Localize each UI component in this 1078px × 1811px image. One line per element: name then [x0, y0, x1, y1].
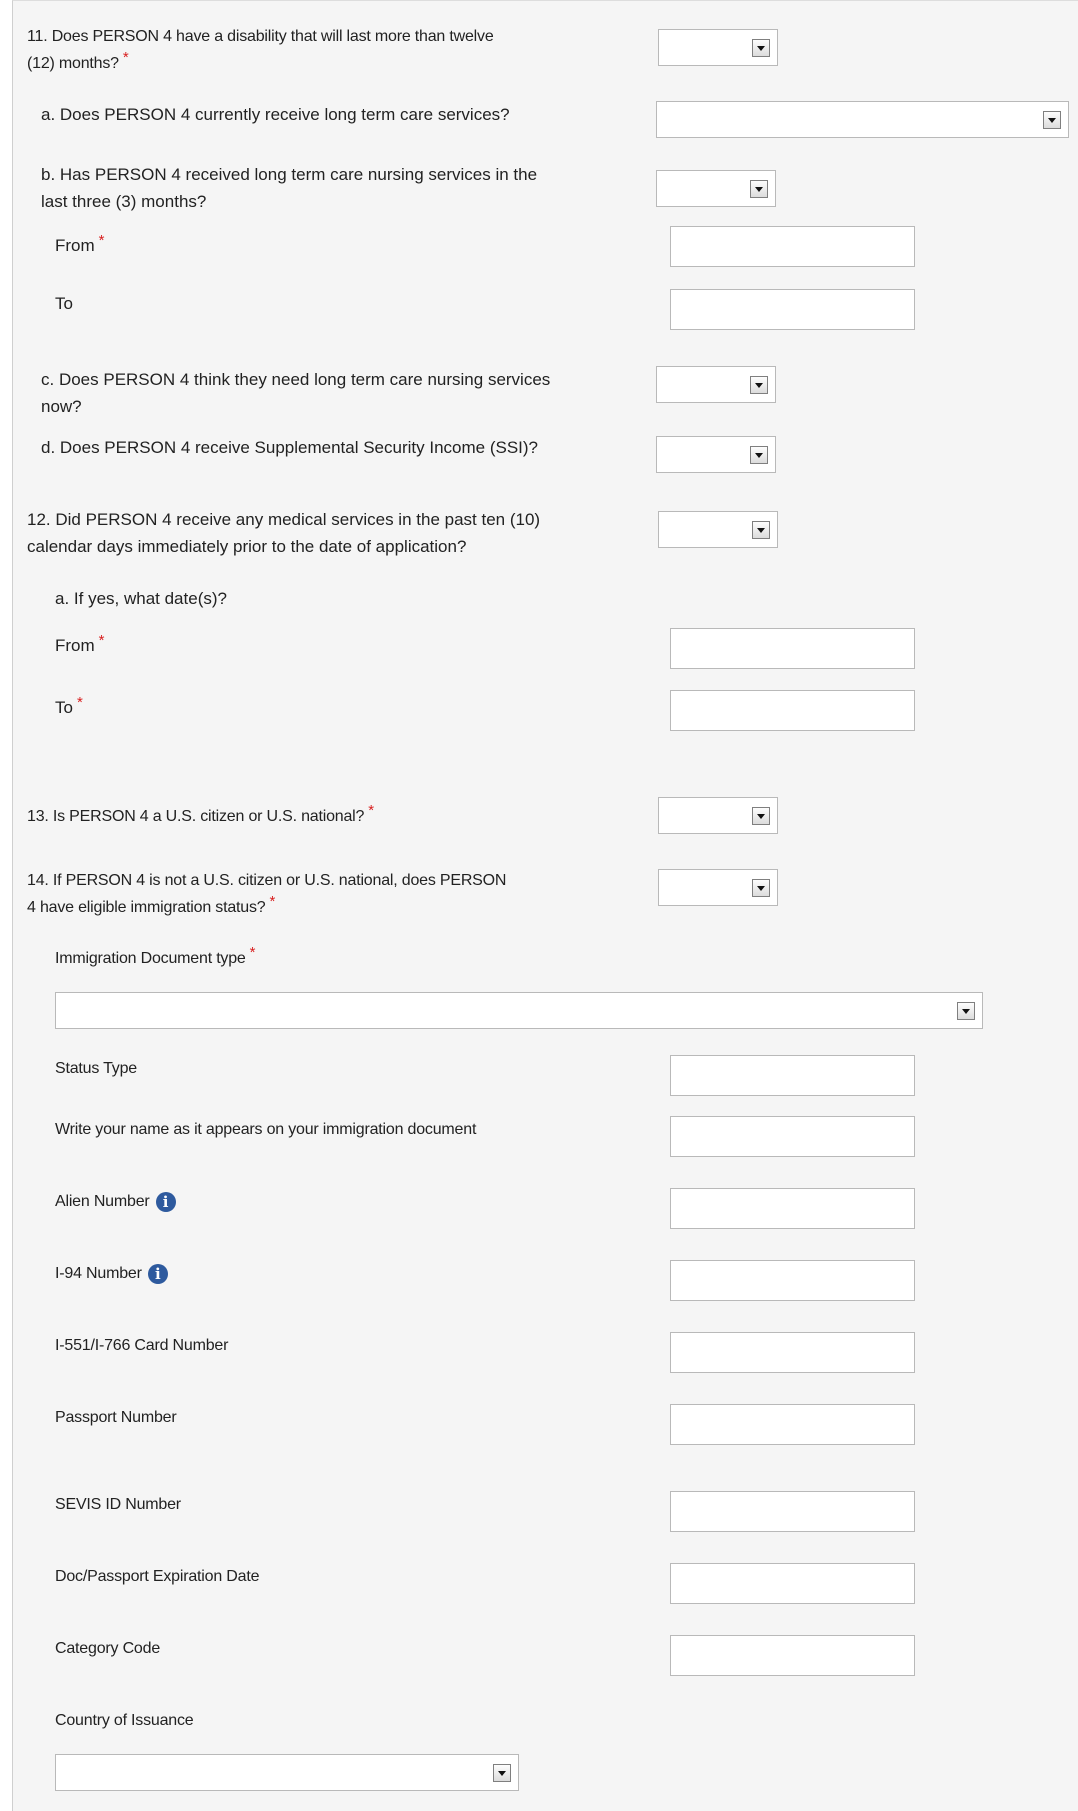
card-number-input[interactable]	[670, 1332, 915, 1373]
required-marker: *	[98, 632, 105, 649]
from-label-text: From	[55, 236, 95, 255]
to-label-text: To	[55, 698, 73, 717]
q12-label-line1: 12. Did PERSON 4 receive any medical ser…	[27, 510, 541, 529]
passport-number-label: Passport Number	[55, 1409, 177, 1426]
q12-select[interactable]	[658, 511, 778, 548]
q11-label-line1: 11. Does PERSON 4 have a disability that…	[27, 28, 494, 45]
q12-to-input[interactable]	[670, 690, 915, 731]
q11b-to-label: To	[55, 294, 73, 313]
q11-select[interactable]	[658, 29, 778, 66]
q11-label-line2: (12) months?	[27, 55, 119, 72]
chevron-down-icon[interactable]	[750, 446, 768, 464]
chevron-down-icon[interactable]	[752, 39, 770, 57]
q13-label: 13. Is PERSON 4 a U.S. citizen or U.S. n…	[27, 802, 374, 830]
q12-from-input[interactable]	[670, 628, 915, 669]
q11c-select[interactable]	[656, 366, 776, 403]
q12-to-label: To *	[55, 694, 83, 722]
sevis-id-input[interactable]	[670, 1491, 915, 1532]
q14-label: 14. If PERSON 4 is not a U.S. citizen or…	[27, 867, 506, 921]
q11b-from-label: From *	[55, 232, 105, 260]
q11c-label-line1: c. Does PERSON 4 think they need long te…	[41, 370, 551, 389]
required-marker: *	[368, 802, 374, 819]
category-code-label: Category Code	[55, 1640, 161, 1657]
passport-number-input[interactable]	[670, 1404, 915, 1445]
alien-number-label-text: Alien Number	[55, 1193, 150, 1210]
q11a-label: a. Does PERSON 4 currently receive long …	[41, 105, 510, 124]
expiration-date-label: Doc/Passport Expiration Date	[55, 1568, 260, 1585]
q14-select[interactable]	[658, 869, 778, 906]
q13-label-text: 13. Is PERSON 4 a U.S. citizen or U.S. n…	[27, 808, 365, 825]
q11-label: 11. Does PERSON 4 have a disability that…	[27, 23, 494, 77]
form-panel: 11. Does PERSON 4 have a disability that…	[12, 0, 1078, 1811]
status-type-label: Status Type	[55, 1060, 138, 1077]
q14-label-line1: 14. If PERSON 4 is not a U.S. citizen or…	[27, 872, 507, 889]
chevron-down-icon[interactable]	[1043, 111, 1061, 129]
q11a-select[interactable]	[656, 101, 1069, 138]
doc-type-label-text: Immigration Document type	[55, 950, 246, 967]
alien-number-label: Alien Number i	[55, 1188, 176, 1215]
chevron-down-icon[interactable]	[493, 1764, 511, 1782]
q11b-from-input[interactable]	[670, 226, 915, 267]
required-marker: *	[122, 49, 129, 66]
i94-label-text: I-94 Number	[55, 1265, 142, 1282]
q11d-label: d. Does PERSON 4 receive Supplemental Se…	[41, 438, 538, 457]
required-marker: *	[269, 893, 276, 910]
country-label: Country of Issuance	[55, 1712, 194, 1729]
q12-label: 12. Did PERSON 4 receive any medical ser…	[27, 506, 540, 560]
q11c-label-line2: now?	[41, 397, 82, 416]
q12-label-line2: calendar days immediately prior to the d…	[27, 537, 467, 556]
required-marker: *	[98, 232, 105, 249]
info-icon[interactable]: i	[155, 1191, 176, 1212]
q12a-label: a. If yes, what date(s)?	[55, 589, 227, 608]
i94-input[interactable]	[670, 1260, 915, 1301]
chevron-down-icon[interactable]	[752, 521, 770, 539]
status-type-input[interactable]	[670, 1055, 915, 1096]
country-select[interactable]	[55, 1754, 519, 1791]
name-input[interactable]	[670, 1116, 915, 1157]
name-label: Write your name as it appears on your im…	[55, 1121, 477, 1138]
chevron-down-icon[interactable]	[750, 376, 768, 394]
q11b-label-line1: b. Has PERSON 4 received long term care …	[41, 165, 538, 184]
chevron-down-icon[interactable]	[752, 879, 770, 897]
q11b-select[interactable]	[656, 170, 776, 207]
card-number-label: I-551/I-766 Card Number	[55, 1337, 229, 1354]
doc-type-label: Immigration Document type *	[55, 944, 256, 972]
doc-type-select[interactable]	[55, 992, 983, 1029]
chevron-down-icon[interactable]	[957, 1002, 975, 1020]
alien-number-input[interactable]	[670, 1188, 915, 1229]
q12-from-label: From *	[55, 632, 105, 660]
chevron-down-icon[interactable]	[750, 180, 768, 198]
q11d-select[interactable]	[656, 436, 776, 473]
expiration-date-input[interactable]	[670, 1563, 915, 1604]
i94-label: I-94 Number i	[55, 1260, 168, 1287]
q11b-to-input[interactable]	[670, 289, 915, 330]
q11b-label-line2: last three (3) months?	[41, 192, 207, 211]
chevron-down-icon[interactable]	[752, 807, 770, 825]
q11b-label: b. Has PERSON 4 received long term care …	[41, 161, 537, 215]
required-marker: *	[76, 694, 83, 711]
category-code-input[interactable]	[670, 1635, 915, 1676]
sevis-id-label: SEVIS ID Number	[55, 1496, 181, 1513]
q13-select[interactable]	[658, 797, 778, 834]
required-marker: *	[249, 944, 256, 961]
q11c-label: c. Does PERSON 4 think they need long te…	[41, 366, 550, 420]
info-icon[interactable]: i	[147, 1263, 168, 1284]
from-label-text: From	[55, 636, 95, 655]
q14-label-line2: 4 have eligible immigration status?	[27, 899, 266, 916]
